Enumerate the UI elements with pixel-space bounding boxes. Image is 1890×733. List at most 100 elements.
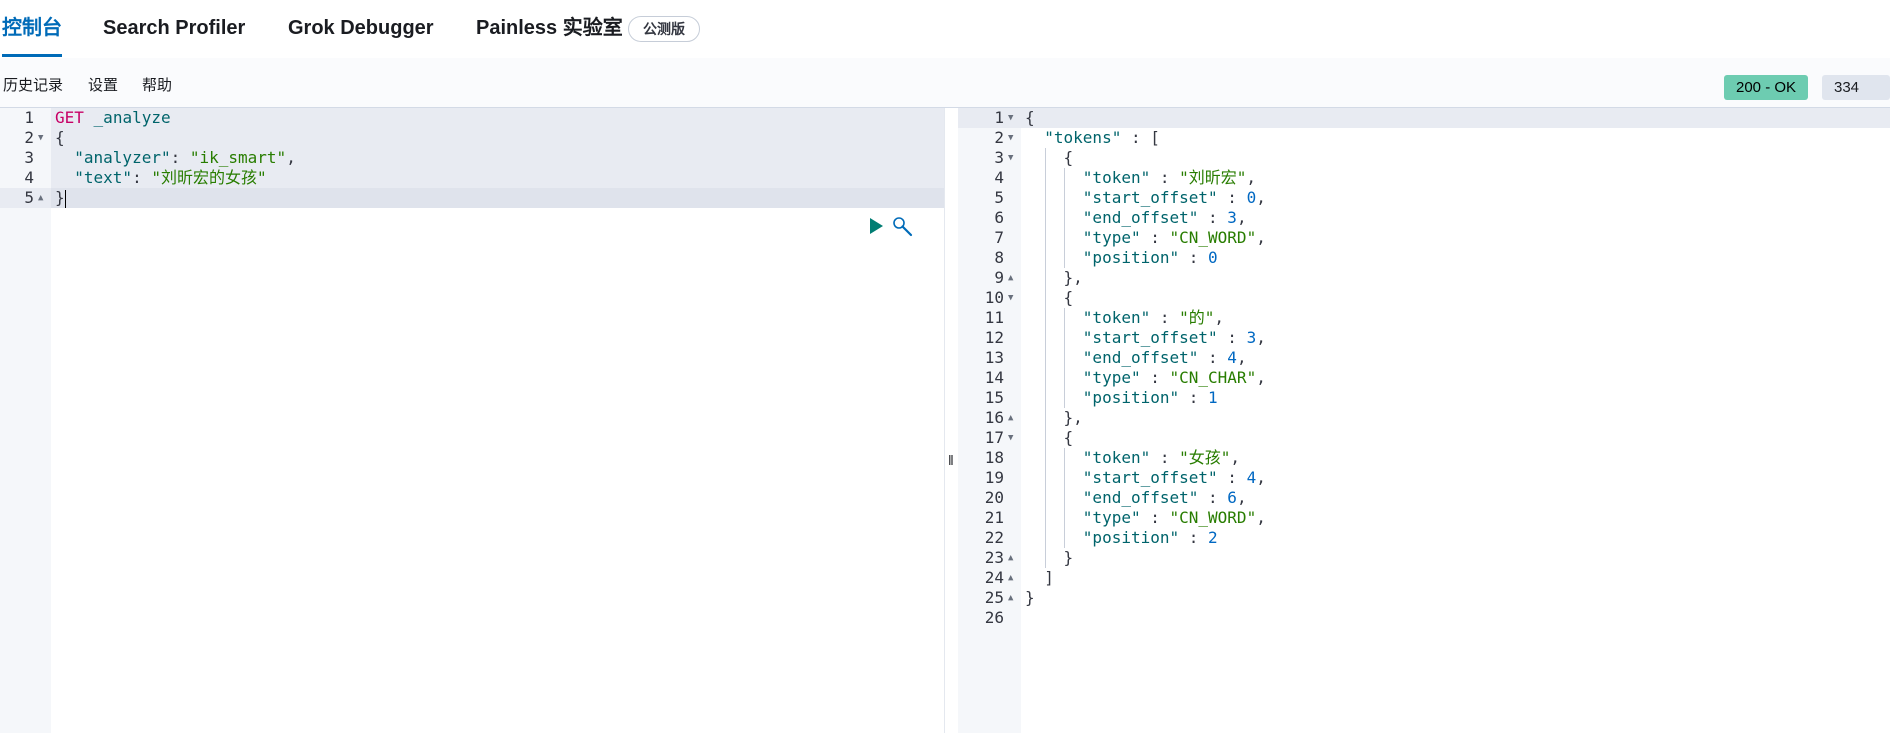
response-gutter: 1 ▼ 2 ▼ 3 ▼ 4 5 6 7 8 9 ▲ 10 ▼ 11 12 13 14 15 16 ▲ 17 ▼ 18 19 20 21… bbox=[958, 108, 1021, 733]
fold-down-icon[interactable]: ▼ bbox=[1008, 288, 1013, 308]
http-method: GET bbox=[55, 108, 84, 127]
resize-handle-icon[interactable]: ‖ bbox=[948, 452, 954, 468]
status-badge: 200 - OK bbox=[1724, 75, 1809, 100]
request-editor[interactable]: 1 2 ▼ 3 4 5 ▲ GET _analyze { "analyzer":… bbox=[0, 108, 944, 733]
request-line: "analyzer": "ik_smart", bbox=[74, 148, 296, 167]
response-line bbox=[1021, 608, 1890, 628]
top-tab-bar: 控制台 Search Profiler Grok Debugger Painle… bbox=[0, 0, 1890, 59]
fold-up-icon[interactable]: ▲ bbox=[1008, 408, 1013, 428]
wrench-icon[interactable] bbox=[892, 216, 914, 238]
fold-up-icon[interactable]: ▲ bbox=[1008, 548, 1013, 568]
line-number: 22 bbox=[984, 528, 1004, 547]
play-icon[interactable] bbox=[870, 218, 883, 234]
line-number: 1 bbox=[24, 108, 34, 127]
tab-console[interactable]: 控制台 bbox=[2, 0, 62, 57]
line-number: 11 bbox=[984, 308, 1004, 327]
line-number: 4 bbox=[994, 168, 1004, 187]
fold-down-icon[interactable]: ▼ bbox=[1008, 148, 1013, 168]
line-number: 3 bbox=[24, 148, 34, 167]
response-line: }, bbox=[1063, 268, 1083, 287]
tab-grok-debugger[interactable]: Grok Debugger bbox=[288, 0, 434, 57]
help-link[interactable]: 帮助 bbox=[142, 74, 172, 95]
fold-up-icon[interactable]: ▲ bbox=[38, 188, 43, 208]
response-line: "token" : "女孩", bbox=[1082, 448, 1241, 467]
request-line-active: } bbox=[51, 188, 944, 208]
response-line: "type" : "CN_WORD", bbox=[1082, 508, 1266, 527]
response-line: { bbox=[1063, 288, 1074, 307]
brace: { bbox=[55, 128, 65, 147]
response-line: "end_offset" : 6, bbox=[1082, 488, 1247, 507]
line-number: 19 bbox=[984, 468, 1004, 487]
request-line: "text": "刘昕宏的女孩" bbox=[74, 168, 267, 187]
line-number: 2 bbox=[994, 128, 1004, 147]
response-line: "start_offset" : 0, bbox=[1082, 188, 1266, 207]
line-number: 16 bbox=[984, 408, 1004, 427]
response-line: "tokens" : [ bbox=[1044, 128, 1160, 147]
response-line: "position" : 0 bbox=[1082, 248, 1218, 267]
response-line: "start_offset" : 3, bbox=[1082, 328, 1266, 347]
line-number: 17 bbox=[984, 428, 1004, 447]
line-number: 21 bbox=[984, 508, 1004, 527]
request-line: GET _analyze bbox=[51, 108, 944, 128]
console-toolbar: 历史记录 设置 帮助 200 - OK 334 ms bbox=[0, 58, 1890, 121]
line-number: 18 bbox=[984, 448, 1004, 467]
response-line: ] bbox=[1044, 568, 1054, 587]
line-number: 2 bbox=[24, 128, 34, 147]
json-key: "text" bbox=[74, 168, 133, 187]
line-number: 15 bbox=[984, 388, 1004, 407]
response-text-area[interactable]: { "tokens" : [ { "token" : "刘昕宏", "start… bbox=[1021, 108, 1890, 733]
response-editor[interactable]: 1 ▼ 2 ▼ 3 ▼ 4 5 6 7 8 9 ▲ 10 ▼ 11 12 13 14 15 16 ▲ 17 ▼ 18 19 20 21… bbox=[958, 108, 1890, 733]
line-number: 14 bbox=[984, 368, 1004, 387]
request-gutter: 1 2 ▼ 3 4 5 ▲ bbox=[0, 108, 51, 733]
line-number: 3 bbox=[994, 148, 1004, 167]
indent-guide bbox=[1064, 448, 1066, 548]
tab-search-profiler[interactable]: Search Profiler bbox=[103, 0, 245, 57]
response-line: }, bbox=[1063, 408, 1083, 427]
json-string: "刘昕宏的女孩" bbox=[151, 168, 267, 187]
text-cursor bbox=[64, 189, 66, 208]
line-number: 24 bbox=[984, 568, 1004, 587]
brace: } bbox=[55, 188, 65, 207]
line-number: 6 bbox=[994, 208, 1004, 227]
fold-up-icon[interactable]: ▲ bbox=[1008, 568, 1013, 588]
line-number: 20 bbox=[984, 488, 1004, 507]
line-number: 10 bbox=[984, 288, 1004, 307]
response-line: "type" : "CN_CHAR", bbox=[1082, 368, 1266, 387]
response-line: "position" : 1 bbox=[1082, 388, 1218, 407]
beta-badge: 公测版 bbox=[628, 16, 700, 42]
response-line: "start_offset" : 4, bbox=[1082, 468, 1266, 487]
request-text-area[interactable]: GET _analyze { "analyzer": "ik_smart", "… bbox=[51, 108, 944, 733]
settings-link[interactable]: 设置 bbox=[88, 74, 118, 95]
fold-up-icon[interactable]: ▲ bbox=[1008, 268, 1013, 288]
fold-up-icon[interactable]: ▲ bbox=[1008, 588, 1013, 608]
request-path: _analyze bbox=[93, 108, 171, 127]
json-key: "analyzer" bbox=[74, 148, 171, 167]
indent-guide bbox=[1064, 308, 1066, 408]
fold-down-icon[interactable]: ▼ bbox=[1008, 108, 1013, 128]
line-number: 7 bbox=[994, 228, 1004, 247]
history-link[interactable]: 历史记录 bbox=[3, 74, 63, 95]
response-line: "end_offset" : 3, bbox=[1082, 208, 1247, 227]
tab-painless-lab[interactable]: Painless 实验室 bbox=[476, 0, 623, 57]
line-number: 12 bbox=[984, 328, 1004, 347]
line-number: 8 bbox=[994, 248, 1004, 267]
response-line: } bbox=[1025, 588, 1035, 607]
request-time-badge: 334 ms bbox=[1822, 75, 1890, 121]
indent-guide bbox=[1064, 168, 1066, 268]
line-number: 23 bbox=[984, 548, 1004, 567]
response-line: "type" : "CN_WORD", bbox=[1082, 228, 1266, 247]
line-number: 13 bbox=[984, 348, 1004, 367]
response-line: { bbox=[1063, 428, 1074, 447]
line-number: 5 bbox=[994, 188, 1004, 207]
fold-down-icon[interactable]: ▼ bbox=[38, 128, 43, 148]
line-number: 9 bbox=[994, 268, 1004, 287]
line-number: 26 bbox=[984, 608, 1004, 627]
response-line: "end_offset" : 4, bbox=[1082, 348, 1247, 367]
fold-down-icon[interactable]: ▼ bbox=[1008, 128, 1013, 148]
response-line: "token" : "刘昕宏", bbox=[1082, 168, 1257, 187]
response-line: "token" : "的", bbox=[1082, 308, 1225, 327]
indent-guide bbox=[1045, 148, 1047, 568]
line-number: 4 bbox=[24, 168, 34, 187]
response-line: { bbox=[1063, 148, 1074, 167]
fold-down-icon[interactable]: ▼ bbox=[1008, 428, 1013, 448]
